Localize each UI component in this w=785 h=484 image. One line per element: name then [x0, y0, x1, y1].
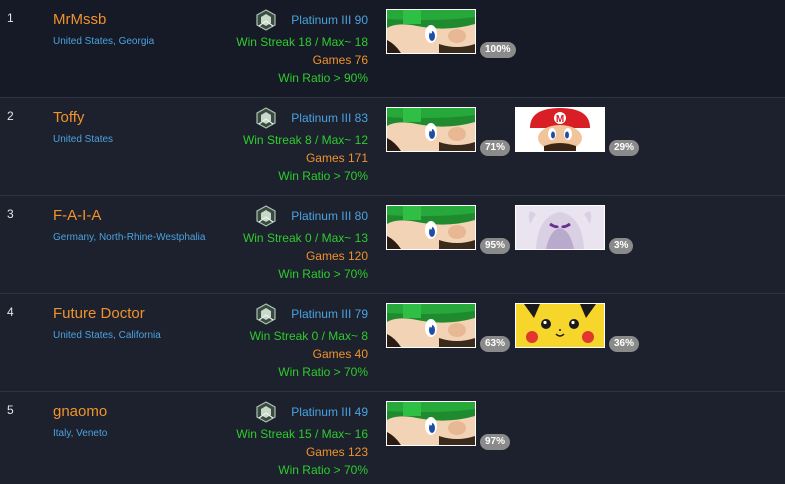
luigi-icon[interactable]	[386, 303, 476, 348]
games-count: Games 40	[312, 347, 368, 361]
character-usage-badge: 36%	[609, 336, 640, 352]
games-count: Games 76	[312, 53, 368, 67]
leaderboard-row[interactable]: 2 Toffy United States Platinum III 83 Wi…	[0, 98, 785, 196]
win-ratio: Win Ratio > 70%	[278, 267, 368, 281]
win-streak: Win Streak 0 / Max~ 8	[249, 329, 368, 343]
player-location: United States, Georgia	[53, 36, 155, 47]
rank-label: Platinum III 79	[291, 307, 368, 321]
platinum-rank-icon	[255, 303, 277, 325]
pikachu-icon[interactable]	[515, 303, 605, 348]
character-usage-badge: 100%	[480, 42, 516, 58]
platinum-rank-icon	[255, 9, 277, 31]
games-count: Games 123	[305, 445, 368, 459]
leaderboard-row[interactable]: 1 MrMssb United States, Georgia Platinum…	[0, 0, 785, 98]
win-ratio: Win Ratio > 90%	[278, 71, 368, 85]
win-ratio: Win Ratio > 70%	[278, 463, 368, 477]
leaderboard-row[interactable]: 5 gnaomo Italy, Veneto Platinum III 49 W…	[0, 392, 785, 484]
mario-icon[interactable]: M	[515, 107, 605, 152]
player-location: Italy, Veneto	[53, 428, 108, 439]
win-streak: Win Streak 0 / Max~ 13	[242, 231, 368, 245]
player-location: United States	[53, 134, 114, 145]
player-name[interactable]: F-A-I-A	[53, 207, 101, 224]
rank-label: Platinum III 80	[291, 209, 368, 223]
win-streak: Win Streak 15 / Max~ 16	[236, 427, 368, 441]
player-name[interactable]: gnaomo	[53, 403, 107, 420]
leaderboard: 1 MrMssb United States, Georgia Platinum…	[0, 0, 785, 484]
win-streak: Win Streak 18 / Max~ 18	[236, 35, 368, 49]
player-location: Germany, North-Rhine-Westphalia	[53, 232, 206, 243]
rank-label: Platinum III 90	[291, 13, 368, 27]
luigi-icon[interactable]	[386, 401, 476, 446]
rank-number: 5	[7, 403, 14, 417]
player-name[interactable]: MrMssb	[53, 11, 106, 28]
rank-label: Platinum III 49	[291, 405, 368, 419]
win-streak: Win Streak 8 / Max~ 12	[242, 133, 368, 147]
win-ratio: Win Ratio > 70%	[278, 169, 368, 183]
rank-number: 1	[7, 11, 14, 25]
leaderboard-row[interactable]: 4 Future Doctor United States, Californi…	[0, 294, 785, 392]
character-usage-badge: 3%	[609, 238, 634, 254]
character-usage-badge: 29%	[609, 140, 640, 156]
player-name[interactable]: Toffy	[53, 109, 84, 126]
platinum-rank-icon	[255, 401, 277, 423]
character-usage-badge: 71%	[480, 140, 511, 156]
luigi-icon[interactable]	[386, 9, 476, 54]
character-usage-badge: 63%	[480, 336, 511, 352]
rank-number: 2	[7, 109, 14, 123]
games-count: Games 120	[305, 249, 368, 263]
rank-number: 3	[7, 207, 14, 221]
luigi-icon[interactable]	[386, 205, 476, 250]
character-usage-badge: 97%	[480, 434, 511, 450]
platinum-rank-icon	[255, 107, 277, 129]
rank-label: Platinum III 83	[291, 111, 368, 125]
luigi-icon[interactable]	[386, 107, 476, 152]
svg-text:M: M	[556, 114, 564, 125]
leaderboard-row[interactable]: 3 F-A-I-A Germany, North-Rhine-Westphali…	[0, 196, 785, 294]
player-location: United States, California	[53, 330, 161, 341]
mewtwo-icon[interactable]	[515, 205, 605, 250]
games-count: Games 171	[305, 151, 368, 165]
platinum-rank-icon	[255, 205, 277, 227]
win-ratio: Win Ratio > 70%	[278, 365, 368, 379]
character-usage-badge: 95%	[480, 238, 511, 254]
rank-number: 4	[7, 305, 14, 319]
player-name[interactable]: Future Doctor	[53, 305, 145, 322]
